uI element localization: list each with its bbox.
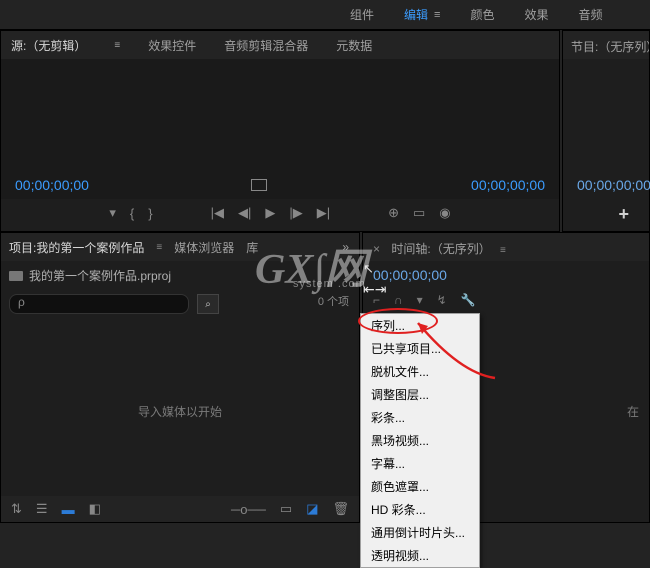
menu-bars-tone[interactable]: 彩条... bbox=[361, 406, 479, 429]
overwrite-icon[interactable]: ▭ bbox=[413, 205, 425, 221]
panel-menu-icon[interactable]: ≡ bbox=[156, 242, 162, 253]
new-item-icon[interactable]: ◪ bbox=[306, 501, 318, 517]
sort-icon[interactable]: ⇅ bbox=[11, 501, 22, 517]
source-transport: ▾ { } |◀ ◀| ▶ |▶ ▶| ⊕ ▭ ◉ bbox=[1, 201, 559, 225]
project-file-row: 我的第一个案例作品.prproj bbox=[1, 261, 359, 290]
tab-metadata[interactable]: 元数据 bbox=[336, 37, 372, 54]
search-bin-icon[interactable]: ⌕ bbox=[197, 294, 219, 314]
zoom-slider[interactable]: ─o── bbox=[231, 502, 266, 517]
source-panel: 源:（无剪辑） ≡ 效果控件 音频剪辑混合器 元数据 00;00;00;00 0… bbox=[0, 30, 560, 232]
ws-assembly[interactable]: 组件 bbox=[350, 6, 374, 23]
panel-menu-icon[interactable]: ≡ bbox=[500, 245, 506, 256]
ws-editing[interactable]: 编辑 bbox=[404, 6, 428, 23]
search-input[interactable]: ρ bbox=[9, 294, 189, 314]
list-view-icon[interactable]: ☰ bbox=[36, 501, 48, 517]
tab-timeline[interactable]: × 时间轴:（无序列） ≡ bbox=[363, 233, 649, 261]
tab-media-browser[interactable]: 媒体浏览器 bbox=[174, 239, 234, 256]
settings-icon[interactable]: ↯ bbox=[437, 293, 447, 307]
new-item-context-menu: 序列... 已共享项目... 脱机文件... 调整图层... 彩条... 黑场视… bbox=[360, 313, 480, 568]
timeline-icons: ⌐ ∩ ▾ ↯ 🔧 bbox=[363, 289, 649, 311]
icon-view-icon[interactable]: ▬ bbox=[62, 502, 75, 517]
menu-sequence[interactable]: 序列... bbox=[361, 314, 479, 337]
ws-editing-menu-icon[interactable]: ≡ bbox=[434, 9, 440, 21]
link-icon[interactable]: ∩ bbox=[394, 293, 403, 307]
project-footer: ⇅ ☰ ▬ ◧ ─o── ▭ ◪ 🗑 bbox=[1, 496, 359, 522]
project-filename: 我的第一个案例作品.prproj bbox=[29, 267, 171, 284]
bin-icon bbox=[9, 271, 23, 281]
tab-program[interactable]: 节目:（无序列） bbox=[563, 31, 649, 59]
marker-tl-icon[interactable]: ▾ bbox=[417, 293, 423, 307]
import-hint[interactable]: 导入媒体以开始 bbox=[138, 403, 222, 420]
menu-color-matte[interactable]: 颜色遮罩... bbox=[361, 475, 479, 498]
overflow-icon[interactable]: » bbox=[342, 240, 349, 254]
timeline-timecode[interactable]: 00;00;00;00 bbox=[363, 261, 649, 289]
clear-icon[interactable]: 🗑 bbox=[332, 501, 349, 517]
tab-effect-controls[interactable]: 效果控件 bbox=[148, 37, 196, 54]
freeform-view-icon[interactable]: ◧ bbox=[89, 501, 101, 517]
menu-offline-file[interactable]: 脱机文件... bbox=[361, 360, 479, 383]
play-icon[interactable]: ▶ bbox=[265, 205, 275, 221]
menu-countdown[interactable]: 通用倒计时片头... bbox=[361, 521, 479, 544]
menu-captions[interactable]: 字幕... bbox=[361, 452, 479, 475]
tab-source[interactable]: 源:（无剪辑） bbox=[11, 37, 86, 54]
menu-adjustment-layer[interactable]: 调整图层... bbox=[361, 383, 479, 406]
menu-transparent-video[interactable]: 透明视频... bbox=[361, 544, 479, 567]
source-timecode-left[interactable]: 00;00;00;00 bbox=[15, 177, 89, 193]
tab-project[interactable]: 项目:我的第一个案例作品 bbox=[9, 239, 144, 256]
timeline-title: 时间轴:（无序列） bbox=[391, 242, 490, 256]
ws-effects[interactable]: 效果 bbox=[524, 6, 548, 23]
workspace-nav: 组件 编辑 ≡ 颜色 效果 音频 bbox=[0, 0, 650, 30]
project-tabs: 项目:我的第一个案例作品 ≡ 媒体浏览器 库 » bbox=[1, 233, 359, 261]
ws-color[interactable]: 颜色 bbox=[470, 6, 494, 23]
out-point-icon[interactable]: } bbox=[148, 206, 152, 221]
wrench-icon[interactable]: 🔧 bbox=[461, 293, 476, 307]
marker-icon[interactable]: ▾ bbox=[109, 205, 116, 221]
ws-audio[interactable]: 音频 bbox=[578, 6, 602, 23]
tab-audio-mixer[interactable]: 音频剪辑混合器 bbox=[224, 37, 308, 54]
go-to-in-icon[interactable]: |◀ bbox=[211, 205, 224, 221]
export-frame-icon[interactable]: ◉ bbox=[439, 205, 450, 221]
step-back-icon[interactable]: ◀| bbox=[238, 205, 251, 221]
new-bin-icon[interactable]: ▭ bbox=[280, 501, 292, 517]
source-tabs: 源:（无剪辑） ≡ 效果控件 音频剪辑混合器 元数据 bbox=[1, 31, 559, 59]
menu-hd-bars[interactable]: HD 彩条... bbox=[361, 498, 479, 521]
program-timecode[interactable]: 00;00;00;00 bbox=[577, 177, 650, 193]
menu-shared-project[interactable]: 已共享项目... bbox=[361, 337, 479, 360]
insert-icon[interactable]: ⊕ bbox=[388, 205, 399, 221]
menu-black-video[interactable]: 黑场视频... bbox=[361, 429, 479, 452]
project-search-row: ρ ⌕ bbox=[1, 290, 359, 318]
project-panel: 项目:我的第一个案例作品 ≡ 媒体浏览器 库 » 我的第一个案例作品.prpro… bbox=[0, 232, 360, 523]
insert-cursor-icon: ⇤⇥ bbox=[363, 281, 386, 298]
program-panel: 节目:（无序列） 00;00;00;00 + bbox=[562, 30, 650, 232]
timeline-hint: 在 bbox=[627, 403, 639, 420]
step-forward-icon[interactable]: |▶ bbox=[289, 205, 302, 221]
fit-icon[interactable] bbox=[251, 179, 267, 191]
selection-tool-cursor-icon: ↖ bbox=[363, 261, 374, 277]
panel-menu-icon[interactable]: ≡ bbox=[114, 40, 120, 51]
button-editor-icon[interactable]: + bbox=[618, 204, 629, 225]
source-timecode-right: 00;00;00;00 bbox=[471, 177, 545, 193]
go-to-out-icon[interactable]: ▶| bbox=[317, 205, 330, 221]
tab-libraries[interactable]: 库 bbox=[246, 239, 258, 256]
in-point-icon[interactable]: { bbox=[130, 206, 134, 221]
item-count: 0 个项 bbox=[318, 293, 349, 309]
close-icon[interactable]: × bbox=[373, 242, 380, 256]
